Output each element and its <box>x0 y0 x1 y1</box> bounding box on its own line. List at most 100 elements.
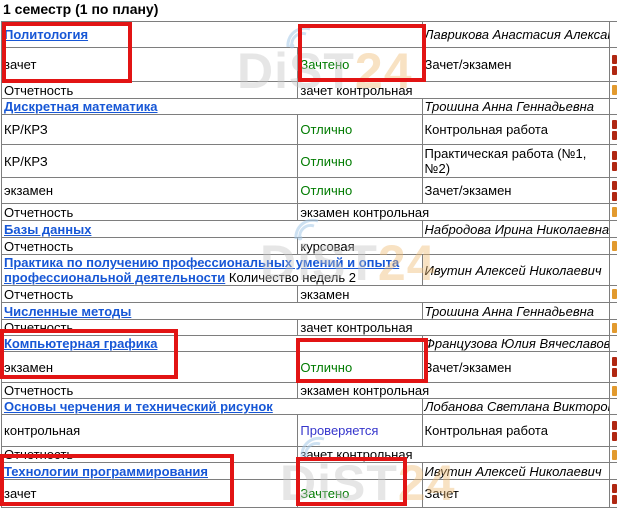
course-link[interactable]: Базы данных <box>4 222 91 237</box>
work-type-cell: Практическая работа (№1, №2) <box>422 145 609 178</box>
grades-table-wrap: Политология Лаврикова Анастасия Александр… <box>1 21 617 508</box>
clipped-orange-text-fragment <box>612 85 617 95</box>
course-name-cell: Основы черчения и технический рисунок <box>2 399 423 415</box>
clipped-edge-column-cell <box>609 255 617 286</box>
clipped-red-text-fragment <box>612 421 617 430</box>
clipped-orange-text-fragment <box>612 207 617 217</box>
report-row: Отчетностьэкзамен контрольная <box>2 204 617 221</box>
clipped-edge-column-cell <box>609 303 617 320</box>
clipped-edge-column-cell <box>609 463 617 480</box>
clipped-red-text-fragment <box>612 181 617 190</box>
clipped-red-text-fragment <box>612 131 617 140</box>
course-row: Практика по получению профессиональных у… <box>2 255 617 286</box>
assessment-label-cell: зачет <box>2 48 298 82</box>
grade-value-cell: Отлично <box>298 352 422 383</box>
clipped-edge-column-cell <box>609 352 617 383</box>
report-row: Отчетностьзачет контрольная <box>2 82 617 99</box>
grade-value-cell: Зачтено <box>298 48 422 82</box>
grade-row: контрольнаяПроверяется Контрольная работа <box>2 415 617 447</box>
grade-value-cell: Отлично <box>298 178 422 204</box>
course-row: Политология Лаврикова Анастасия Александр… <box>2 22 617 48</box>
grade-status-text: Отлично <box>300 183 352 198</box>
clipped-orange-text-fragment <box>612 386 617 396</box>
grade-value-cell: Зачтено <box>298 480 422 508</box>
course-link[interactable]: Основы черчения и технический рисунок <box>4 399 273 414</box>
assessment-label-cell: КР/КРЗ <box>2 115 298 145</box>
grade-status-text: Отлично <box>300 154 352 169</box>
teacher-name-cell: Набродова Ирина Николаевна <box>422 221 609 238</box>
teacher-name-cell: Лобанова Светлана Викторовна <box>422 399 609 415</box>
work-type-cell: Зачет/экзамен <box>422 178 609 204</box>
teacher-name-cell: Лаврикова Анастасия Александровна <box>422 22 609 48</box>
course-name-cell: Дискретная математика <box>2 99 423 115</box>
grade-status-text: Отлично <box>300 360 352 375</box>
report-label-cell: Отчетность <box>2 286 298 303</box>
clipped-edge-column-cell <box>609 238 617 255</box>
clipped-orange-text-fragment <box>612 289 617 299</box>
report-value-cell: зачет контрольная <box>298 320 609 336</box>
grade-status-text: Зачтено <box>300 57 349 72</box>
report-value-cell: зачет контрольная <box>298 447 609 463</box>
course-row: Численные методыТрошина Анна Геннадьевна <box>2 303 617 320</box>
report-row: Отчетностьэкзамен контрольная <box>2 383 617 399</box>
report-row: Отчетностьзачет контрольная <box>2 447 617 463</box>
grade-row: зачетЗачтено Зачет <box>2 480 617 508</box>
clipped-edge-column-cell <box>609 178 617 204</box>
clipped-edge-column-cell <box>609 415 617 447</box>
work-type-cell: Зачет/экзамен <box>422 48 609 82</box>
clipped-orange-text-fragment <box>612 323 617 333</box>
clipped-red-text-fragment <box>612 162 617 171</box>
course-weeks-note: Количество недель 2 <box>229 270 356 285</box>
course-name-cell: Политология <box>2 22 423 48</box>
course-link[interactable]: Технологии программирования <box>4 464 208 479</box>
work-type-cell: Контрольная работа <box>422 415 609 447</box>
clipped-edge-column-cell <box>609 48 617 82</box>
course-name-cell: Базы данных <box>2 221 423 238</box>
assessment-label-cell: зачет <box>2 480 298 508</box>
course-row: Технологии программирования Ивутин Алексе… <box>2 463 617 480</box>
course-link[interactable]: Компьютерная графика <box>4 336 157 351</box>
grade-row: экзаменОтличноЗачет/экзамен <box>2 352 617 383</box>
report-label-cell: Отчетность <box>2 238 298 255</box>
course-link[interactable]: Политология <box>4 27 88 42</box>
grades-table: Политология Лаврикова Анастасия Александр… <box>1 21 617 508</box>
clipped-edge-column-cell <box>609 145 617 178</box>
clipped-red-text-fragment <box>612 432 617 441</box>
teacher-name-cell: Французова Юлия Вячеславовна <box>422 336 609 352</box>
course-row: Основы черчения и технический рисунок Лоб… <box>2 399 617 415</box>
assessment-label-cell: контрольная <box>2 415 298 447</box>
clipped-edge-column-cell <box>609 204 617 221</box>
course-link[interactable]: Дискретная математика <box>4 99 158 114</box>
teacher-name-cell: Трошина Анна Геннадьевна <box>422 99 609 115</box>
clipped-red-text-fragment <box>612 55 617 64</box>
clipped-red-text-fragment <box>612 484 617 493</box>
report-value-cell: зачет контрольная <box>298 82 609 99</box>
course-link[interactable]: Численные методы <box>4 304 131 319</box>
grade-row: зачетЗачтено Зачет/экзамен <box>2 48 617 82</box>
report-value-cell: экзамен контрольная <box>298 383 609 399</box>
grade-row: КР/КРЗОтличноКонтрольная работа <box>2 115 617 145</box>
grade-status-text: Проверяется <box>300 423 378 438</box>
clipped-orange-text-fragment <box>612 241 617 251</box>
clipped-red-text-fragment <box>612 495 617 504</box>
grade-value-cell: Отлично <box>298 145 422 178</box>
report-label-cell: Отчетность <box>2 82 298 99</box>
clipped-edge-column-cell <box>609 480 617 508</box>
report-row: Отчетностькурсовая <box>2 238 617 255</box>
assessment-label-cell: КР/КРЗ <box>2 145 298 178</box>
grade-status-text: Зачтено <box>300 486 349 501</box>
clipped-edge-column-cell <box>609 221 617 238</box>
course-row: Дискретная математика Трошина Анна Геннад… <box>2 99 617 115</box>
report-label-cell: Отчетность <box>2 204 298 221</box>
page-title: 1 семестр (1 по плану) <box>3 1 158 17</box>
report-label-cell: Отчетность <box>2 383 298 399</box>
clipped-red-text-fragment <box>612 368 617 377</box>
course-name-cell: Компьютерная графика <box>2 336 423 352</box>
clipped-edge-column-cell <box>609 399 617 415</box>
course-row: Базы данных Набродова Ирина Николаевна <box>2 221 617 238</box>
teacher-name-cell: Ивутин Алексей Николаевич <box>422 463 609 480</box>
work-type-cell: Зачет/экзамен <box>422 352 609 383</box>
report-value-cell: курсовая <box>298 238 609 255</box>
work-type-cell: Зачет <box>422 480 609 508</box>
report-value-cell: экзамен <box>298 286 609 303</box>
